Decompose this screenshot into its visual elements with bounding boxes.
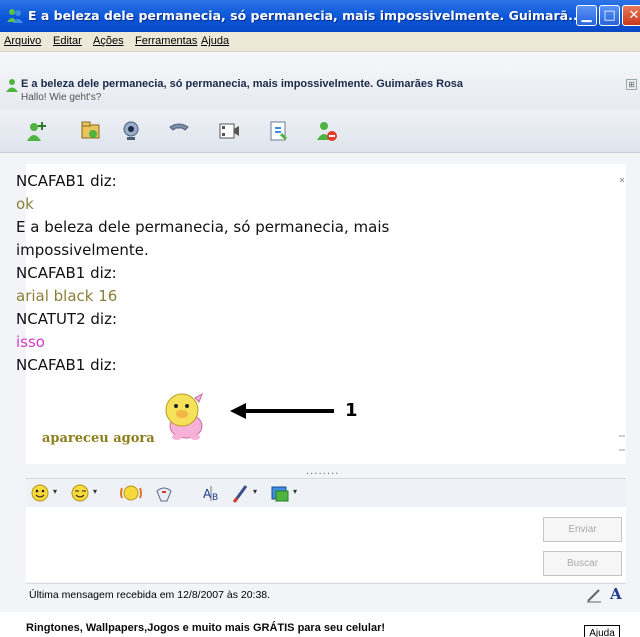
buddy-status-icon: [6, 79, 18, 92]
chevron-down-icon[interactable]: ▾: [293, 487, 297, 496]
chat-sender: NCAFAB1 diz:: [16, 356, 117, 374]
status-bar: Última mensagem recebida em 12/8/2007 às…: [26, 583, 626, 606]
chat-message: impossivelmente.: [16, 241, 149, 259]
contact-header: E a beleza dele permanecia, só permaneci…: [0, 52, 640, 110]
background-icon[interactable]: [232, 483, 250, 503]
format-toolbar: ▾ ▾ A B ▾ ▾: [26, 478, 626, 508]
emoticon-icon[interactable]: [30, 483, 50, 503]
maximize-button[interactable]: □: [599, 5, 620, 26]
nudge-icon[interactable]: [120, 483, 142, 503]
color-icon[interactable]: [270, 483, 290, 503]
menu-ajuda[interactable]: Ajuda: [201, 35, 229, 47]
menu-editar[interactable]: Editar: [53, 35, 82, 47]
annotation-arrow-icon: [230, 403, 334, 419]
wink-icon[interactable]: [70, 483, 90, 503]
handwriting-icon[interactable]: [586, 587, 602, 603]
message-input[interactable]: [26, 507, 626, 582]
menu-bar: Arquivo Editar Ações Ferramentas Ajuda: [0, 32, 640, 52]
contact-personal-message: Hallo! Wie geht's?: [21, 92, 102, 103]
chevron-down-icon[interactable]: ▾: [53, 487, 57, 496]
ad-bar: Ringtones, Wallpapers,Jogos e muito mais…: [0, 612, 640, 637]
title-bar[interactable]: E a beleza dele permanecia, só permaneci…: [0, 0, 640, 32]
expand-icon[interactable]: ⊞: [626, 79, 637, 90]
pig-emoticon-icon: [165, 392, 203, 440]
close-icon: ✕: [628, 8, 640, 23]
video-icon[interactable]: [217, 119, 241, 143]
ad-link[interactable]: Ringtones, Wallpapers,Jogos e muito mais…: [26, 622, 385, 634]
animated-text: apareceu agora: [42, 431, 155, 446]
chevron-down-icon[interactable]: ▾: [253, 487, 257, 496]
chat-message: ok: [16, 195, 34, 213]
voice-clip-icon[interactable]: [154, 483, 174, 503]
font-icon[interactable]: A B: [202, 483, 224, 503]
call-icon[interactable]: [167, 119, 191, 143]
menu-ferramentas[interactable]: Ferramentas: [135, 35, 197, 47]
contact-display-name: E a beleza dele permanecia, só permaneci…: [21, 78, 464, 90]
chat-sender: NCAFAB1 diz:: [16, 264, 117, 282]
chat-sender: NCATUT2 diz:: [16, 310, 118, 328]
minimize-icon: ▁: [581, 8, 592, 23]
conversation-scrollbar[interactable]: [618, 170, 626, 460]
annotation-number: 1: [345, 400, 358, 421]
pane-splitter[interactable]: ........: [306, 466, 339, 477]
minimize-button[interactable]: ▁: [576, 5, 597, 26]
send-files-icon[interactable]: [79, 119, 103, 143]
webcam-icon[interactable]: [119, 119, 143, 143]
search-button[interactable]: Buscar: [543, 551, 622, 576]
menu-arquivo[interactable]: Arquivo: [4, 35, 41, 47]
chevron-down-icon[interactable]: ▾: [93, 487, 97, 496]
chat-message: isso: [16, 333, 45, 351]
svg-text:B: B: [212, 493, 218, 503]
block-icon[interactable]: [315, 119, 339, 143]
send-button[interactable]: Enviar: [543, 517, 622, 542]
font-size-icon[interactable]: A: [610, 585, 622, 603]
invite-contact-icon[interactable]: [25, 119, 49, 143]
chat-window: E a beleza dele permanecia, só permaneci…: [0, 0, 640, 637]
menu-acoes[interactable]: Ações: [93, 35, 124, 47]
last-message-status: Última mensagem recebida em 12/8/2007 às…: [29, 589, 271, 601]
close-button[interactable]: ✕: [622, 5, 640, 26]
help-button[interactable]: Ajuda: [584, 625, 620, 637]
window-title: E a beleza dele permanecia, só permaneci…: [28, 8, 576, 23]
chat-message: arial black 16: [16, 287, 118, 305]
maximize-icon: □: [603, 8, 616, 23]
messenger-icon: [7, 9, 23, 23]
action-toolbar: [0, 110, 640, 153]
chat-message: E a beleza dele permanecia, só permaneci…: [16, 218, 390, 236]
activities-icon[interactable]: [267, 119, 291, 143]
chat-sender: NCAFAB1 diz:: [16, 172, 117, 190]
